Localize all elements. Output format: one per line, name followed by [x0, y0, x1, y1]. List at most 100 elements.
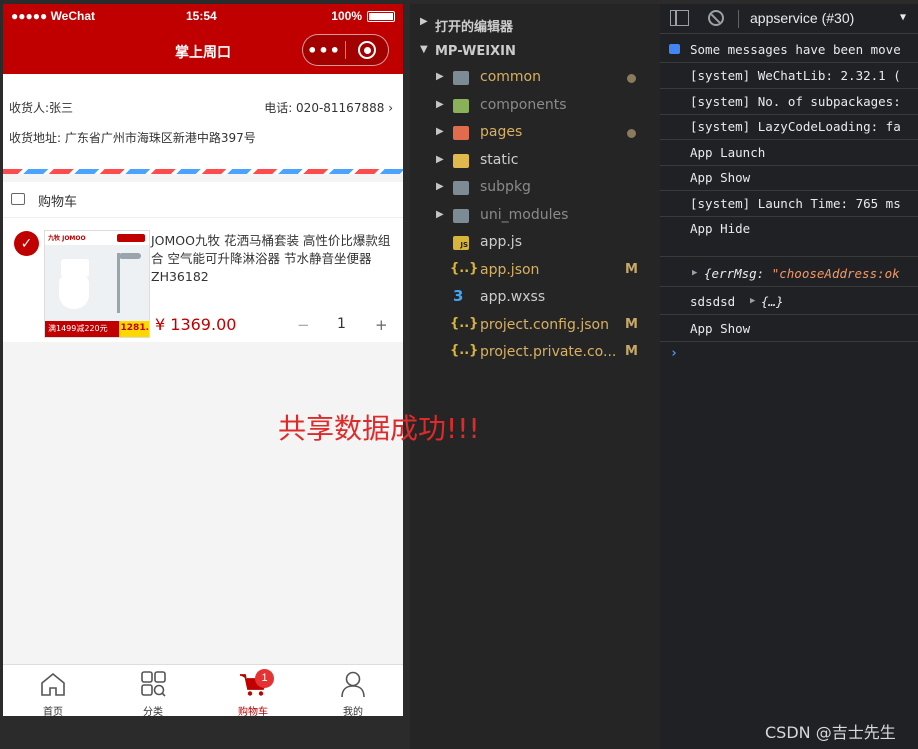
screen: ●●●●● WeChat 15:54 100% 掌上周口 ••• 收货人:张三 … [0, 0, 918, 749]
clock-text: 15:54 [186, 9, 217, 23]
tree-item-app-js[interactable]: JS app.js [410, 230, 660, 257]
sidebar-toggle-icon[interactable] [670, 10, 689, 26]
battery-text: 100% [331, 9, 362, 23]
tree-item-app-wxss[interactable]: 3 app.wxss [410, 285, 660, 312]
phone-number-label: 电话: 020-81167888 [264, 101, 385, 115]
log-text: App Show [690, 170, 751, 185]
tree-item-label: project.private.co... [480, 344, 617, 360]
tree-item-label: common [480, 69, 541, 85]
thumb-price: 1281. [118, 321, 149, 337]
watermark: CSDN @吉士先生 [765, 723, 896, 742]
tree-item-label: project.config.json [480, 317, 609, 333]
increase-button[interactable]: + [375, 316, 388, 334]
expand-arrow-icon[interactable]: ▶ [692, 268, 697, 278]
chevron-right-icon: › [388, 101, 393, 115]
console-log-line: Some messages have been move [660, 38, 918, 63]
expand-arrow-icon[interactable]: ▶ [750, 296, 755, 306]
tab-mine[interactable]: 我的 [303, 665, 403, 716]
overlay-caption: 共享数据成功!!! [278, 412, 480, 445]
json-file-icon: {..} [450, 343, 479, 358]
console-log-line: [system] No. of subpackages: [660, 90, 918, 115]
carrier-text: ●●●●● WeChat [11, 9, 96, 23]
project-section[interactable]: ▼ MP-WEIXIN [410, 39, 660, 65]
css-file-icon: 3 [453, 287, 464, 305]
object-key: {errMsg: [704, 266, 772, 281]
modified-dot [627, 129, 636, 138]
quantity-stepper: − 1 + [293, 316, 393, 336]
tree-item-common[interactable]: ▶ common [410, 65, 660, 92]
tab-label: 我的 [343, 707, 363, 716]
project-name: MP-WEIXIN [435, 44, 516, 59]
tree-item-label: components [480, 97, 567, 113]
pages-folder-icon [453, 126, 469, 140]
chevron-right-icon: ▶ [436, 154, 444, 165]
console-log-line: [system] LazyCodeLoading: fa [660, 115, 918, 140]
battery-indicator: 100% [331, 9, 395, 23]
cart-item[interactable]: ✓ 九牧 JOMOO 满1499减220元 1281. JOMOO九牧 花洒马桶… [3, 218, 403, 342]
address-text: 收货地址: 广东省广州市海珠区新港中路397号 [9, 131, 256, 145]
address-card[interactable]: 收货人:张三 电话: 020-81167888 › 收货地址: 广东省广州市海珠… [3, 74, 403, 172]
git-modified-mark: M [625, 317, 638, 332]
file-explorer: ▶ 打开的编辑器 ▼ MP-WEIXIN ▶ common ▶ componen… [410, 4, 660, 749]
phone-number-text: 电话: 020-81167888 › [264, 99, 393, 116]
tree-item-label: app.json [480, 262, 540, 278]
chevron-right-icon: ▶ [436, 126, 444, 137]
tree-item-project-private[interactable]: {..} project.private.co... M [410, 340, 660, 367]
object-preview[interactable]: {…} [761, 294, 784, 309]
components-folder-icon [453, 99, 469, 113]
console-log-line: sdsdsd ▶ {…} [660, 290, 918, 315]
chevron-right-icon: ▶ [436, 209, 444, 220]
tree-item-label: app.js [480, 234, 522, 250]
decrease-button[interactable]: − [297, 316, 310, 334]
open-editors-section[interactable]: ▶ 打开的编辑器 [410, 11, 660, 37]
thumb-header: 九牧 JOMOO [45, 231, 149, 245]
console-prompt[interactable]: › [670, 346, 678, 361]
product-name: JOMOO九牧 花洒马桶套装 高性价比爆款组合 空气能可升降淋浴器 节水静音坐便… [151, 233, 391, 284]
console-log-line: App Hide [660, 217, 918, 257]
quantity-value: 1 [337, 316, 346, 332]
record-icon [358, 41, 376, 59]
clear-console-icon[interactable] [708, 10, 724, 26]
chevron-right-icon: ▶ [436, 99, 444, 110]
phone-simulator: ●●●●● WeChat 15:54 100% 掌上周口 ••• 收货人:张三 … [3, 4, 403, 716]
log-text: App Hide [690, 221, 751, 236]
tree-item-uni-modules[interactable]: ▶ uni_modules [410, 203, 660, 230]
tab-cart[interactable]: 购物车 [203, 665, 303, 716]
dropdown-arrow-icon[interactable]: ▼ [900, 12, 906, 23]
shop-icon [11, 193, 25, 205]
battery-icon [367, 10, 395, 22]
capsule-menu: ••• [302, 34, 389, 66]
console-object-line[interactable]: ▶ {errMsg: "chooseAddress:ok [660, 262, 918, 287]
check-icon[interactable]: ✓ [14, 231, 39, 256]
nav-bar: 掌上周口 ••• [3, 28, 403, 74]
close-miniprogram-button[interactable] [346, 41, 388, 59]
console-log-line: [system] WeChatLib: 2.32.1 ( [660, 64, 918, 89]
toolbar-divider [738, 10, 739, 28]
chevron-right-icon: ▶ [436, 181, 444, 192]
console-log-line: App Show [660, 166, 918, 191]
tree-item-subpkg[interactable]: ▶ subpkg [410, 175, 660, 202]
shower-image [117, 253, 120, 313]
tree-item-app-json[interactable]: {..} app.json M [410, 258, 660, 285]
context-selector[interactable]: appservice (#30) [750, 10, 854, 26]
tree-item-label: uni_modules [480, 207, 569, 223]
cart-header-label: 购物车 [38, 195, 78, 210]
tab-category[interactable]: 分类 [103, 665, 203, 716]
tree-item-project-config[interactable]: {..} project.config.json M [410, 313, 660, 340]
envelope-stripe [3, 169, 403, 174]
product-thumbnail[interactable]: 九牧 JOMOO 满1499减220元 1281. [44, 230, 150, 338]
tree-item-static[interactable]: ▶ static [410, 148, 660, 175]
home-icon [41, 672, 65, 696]
tab-bar: 首页 分类 购物车 1 我的 [3, 664, 403, 716]
tree-item-pages[interactable]: ▶ pages [410, 120, 660, 147]
tab-home[interactable]: 首页 [3, 665, 103, 716]
cart-header: 购物车 [3, 182, 403, 218]
tab-label: 首页 [43, 707, 63, 716]
more-button[interactable]: ••• [303, 41, 345, 60]
product-price: ¥ 1369.00 [155, 315, 237, 334]
tree-item-label: static [480, 152, 519, 168]
tree-item-components[interactable]: ▶ components [410, 93, 660, 120]
js-file-icon: JS [453, 236, 469, 250]
log-text: App Launch [690, 145, 766, 160]
chevron-right-icon: ▶ [436, 71, 444, 82]
